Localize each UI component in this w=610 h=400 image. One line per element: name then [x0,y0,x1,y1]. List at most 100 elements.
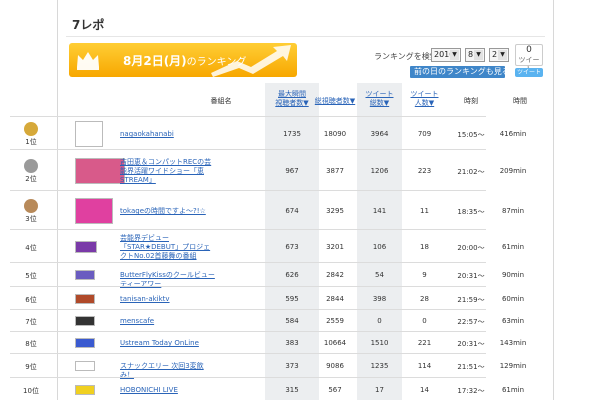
col-header-tweets-people-link[interactable]: ツイート 人数▼ [411,90,439,107]
rank-label: 10位 [23,387,39,395]
tweets-people-cell: 0 [422,317,427,325]
date-banner: 8月2日(月)のランキング [69,43,297,77]
total-viewers-cell: 2559 [326,317,344,325]
program-thumbnail[interactable] [75,316,95,326]
time-cell: 20:31〜 [457,272,485,280]
total-viewers-cell: 10664 [323,339,347,347]
month-value: 8 [468,50,474,59]
table-row: 7位 menscafe 584 2559 0 0 22:57〜 63min [10,309,524,331]
duration-cell: 63min [501,317,525,325]
rank-label: 7位 [25,318,37,326]
table-row: 10位 HOBONICHI LIVE 315 567 17 14 17:32〜 61min [10,377,524,400]
table-row: 3位 tokageの時間ですよ〜?!☆ 674 3295 141 11 18:35〜 87mi… [10,190,524,229]
total-viewers-cell: 3295 [326,207,344,215]
tweets-people-cell: 114 [417,362,432,370]
program-thumbnail[interactable] [75,338,95,348]
col-header-max-viewers-link[interactable]: 最大瞬間 視聴者数▼ [275,90,308,107]
program-thumbnail[interactable] [75,158,125,184]
tweets-people-cell: 18 [420,243,429,251]
chevron-down-icon: ▼ [498,50,507,60]
rank-label: 1位 [25,138,37,146]
tweets-total-cell: 1235 [370,362,389,370]
program-name-link[interactable]: HOBONICHI LIVE [120,386,216,395]
month-select[interactable]: 8 ▼ [465,48,485,62]
tweets-people-cell: 221 [417,339,432,347]
chevron-down-icon: ▼ [450,50,459,60]
prev-day-button[interactable]: 前の日のランキングも見る >> [410,66,526,78]
duration-cell: 129min [499,362,527,370]
crown-icon [77,52,99,70]
medal-icon [24,199,38,213]
duration-cell: 143min [499,339,527,347]
time-cell: 20:00〜 [457,244,485,252]
program-name-link[interactable]: 芸能界デビュー「STAR★DEBUT」プロジェクトNo.02首藤舞の番組 [120,234,216,261]
tweets-total-cell: 3964 [370,130,389,138]
program-thumbnail[interactable] [75,121,103,147]
program-name-link[interactable]: 吉田恵＆コンパットRECの芸能界活躍ワイドショー「恵STREAM」 [120,158,216,185]
total-viewers-cell: 9086 [326,362,344,370]
table-row: 6位 tanisan-akiktv 595 2844 398 28 21:59〜 60min [10,286,524,309]
time-cell: 15:05〜 [457,131,485,139]
program-thumbnail[interactable] [75,270,95,280]
program-thumbnail[interactable] [75,198,113,224]
table-row: 4位 芸能界デビュー「STAR★DEBUT」プロジェクトNo.02首藤舞の番組 67… [10,229,524,262]
col-header-tweets-people[interactable]: ツイート 人数▼ [402,90,447,118]
table-row: 8位 Ustream Today OnLine 383 10664 1510 221 20:… [10,331,526,353]
rank-label: 9位 [25,363,37,371]
program-thumbnail[interactable] [75,385,95,395]
duration-cell: 416min [499,130,527,138]
program-thumbnail[interactable] [75,361,95,371]
tweets-people-cell: 28 [420,295,429,303]
table-row: 2位 吉田恵＆コンパットRECの芸能界活躍ワイドショー「恵STREAM」 967 38… [10,149,526,190]
tweets-total-cell: 54 [375,271,384,279]
duration-cell: 61min [501,243,525,251]
time-cell: 21:51〜 [457,363,485,371]
total-viewers-cell: 3201 [326,243,344,251]
year-select[interactable]: 2010 ▼ [431,48,461,62]
tweets-total-cell: 1510 [370,339,389,347]
day-value: 2 [492,50,498,59]
banner-date-text: 8月2日(月) [123,54,187,68]
medal-icon [24,159,38,173]
tweets-total-cell: 106 [372,243,387,251]
tweets-people-cell: 14 [420,386,429,394]
col-header-tweets-total-link[interactable]: ツイート 総数▼ [366,90,394,107]
program-thumbnail[interactable] [75,241,97,253]
table-row: 1位 nagaokahanabi 1735 18090 3964 709 15:05〜 416… [10,116,526,149]
day-select[interactable]: 2 ▼ [489,48,509,62]
tweet-button[interactable]: ツイート [515,68,543,77]
tweet-counter: 0 ツイート [515,44,543,73]
tweets-people-cell: 9 [422,271,427,279]
table-row: 5位 ButterFlyKissのクールビューティーアワー 626 2842 54 9 20… [10,262,524,288]
col-header-total-viewers-link[interactable]: 総視聴者数▼ [315,97,355,105]
duration-cell: 87min [501,207,525,215]
program-name-link[interactable]: menscafe [120,317,216,326]
tweets-total-cell: 398 [372,295,387,303]
chevron-down-icon: ▼ [474,50,483,60]
total-viewers-cell: 2842 [326,271,344,279]
program-thumbnail[interactable] [75,294,95,304]
time-cell: 17:32〜 [457,387,485,395]
rank-label: 2位 [25,175,37,183]
program-name-link[interactable]: Ustream Today OnLine [120,339,216,348]
total-viewers-cell: 18090 [323,130,347,138]
page-title: 7レポ [72,18,105,32]
title-divider [66,36,545,37]
rank-label: 5位 [25,272,37,280]
tweets-total-cell: 1206 [370,167,389,175]
col-header-tweets-total[interactable]: ツイート 総数▼ [357,90,402,118]
duration-cell: 90min [501,271,525,279]
tweets-total-cell: 141 [372,207,387,215]
program-name-link[interactable]: tanisan-akiktv [120,295,216,304]
program-name-link[interactable]: tokageの時間ですよ〜?!☆ [120,207,216,216]
program-name-link[interactable]: nagaokahanabi [120,130,216,139]
total-viewers-cell: 567 [328,386,342,394]
time-cell: 22:57〜 [457,318,485,326]
duration-cell: 60min [501,295,525,303]
rank-label: 6位 [25,296,37,304]
time-cell: 20:31〜 [457,340,485,348]
tweet-count: 0 [526,45,532,55]
time-cell: 21:59〜 [457,296,485,304]
table-row: 9位 スナックエリー 次回3変飲み！ 373 9086 1235 114 21:51〜 129… [10,353,526,379]
duration-cell: 209min [499,167,527,175]
